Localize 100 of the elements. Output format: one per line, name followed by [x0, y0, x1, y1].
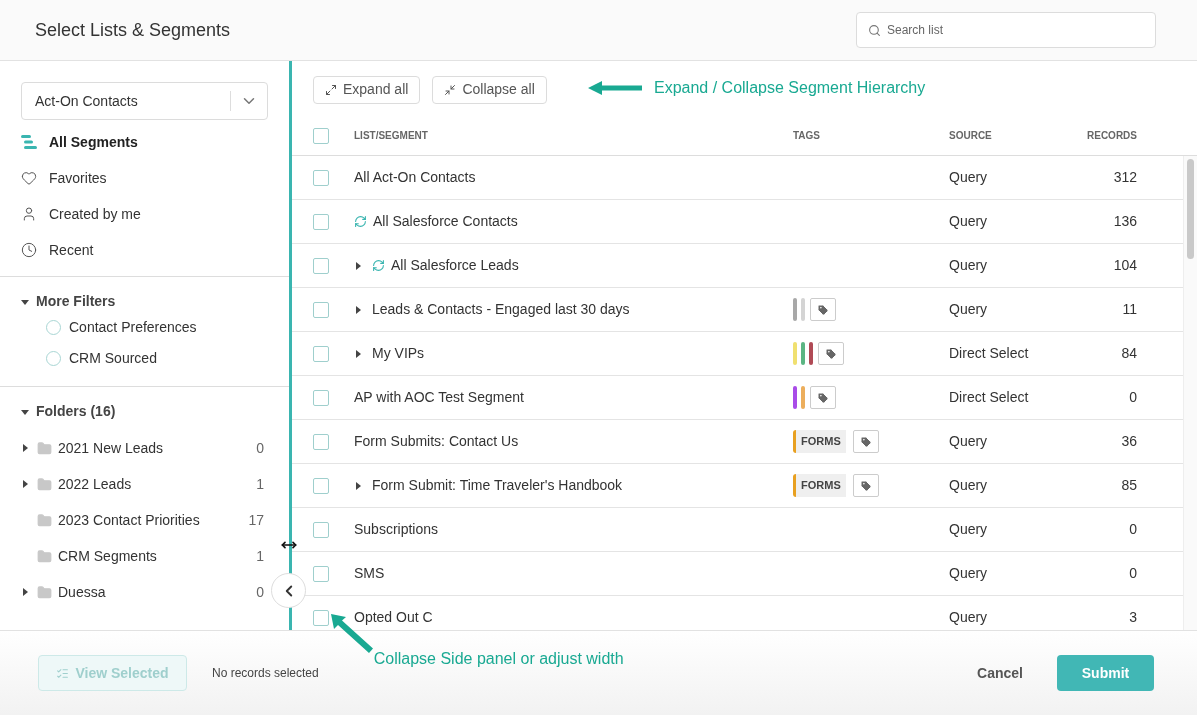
nav-item[interactable]: Favorites [21, 160, 268, 196]
folder-icon [37, 548, 52, 564]
nav-item[interactable]: Recent [21, 232, 268, 268]
checkbox[interactable] [313, 127, 329, 144]
segment-name[interactable]: Form Submits: Contact Us [354, 431, 519, 452]
source-cell-text: Query [949, 432, 989, 451]
checkbox[interactable] [313, 213, 329, 230]
segment-name[interactable]: AP with AOC Test Segment [354, 387, 524, 408]
segment-name[interactable]: Opted Out C [354, 607, 433, 628]
list-check-icon [56, 666, 70, 680]
caret-icon[interactable] [354, 481, 362, 490]
records-cell-text: 136 [1112, 212, 1137, 231]
caret-icon[interactable] [21, 444, 29, 452]
table-row[interactable]: All Act-On Contacts Query 312 [292, 156, 1183, 200]
section-toggle[interactable]: More Filters [21, 291, 268, 312]
caret-icon[interactable] [21, 407, 29, 416]
toolbar-button[interactable]: Collapse all [432, 75, 547, 104]
source-cell-text: Direct Select [949, 344, 1030, 363]
folder-name: 2022 Leads [58, 474, 133, 494]
source-cell-text: Query [949, 168, 989, 187]
table-row[interactable]: My VIPs Direct Select 84 [292, 332, 1183, 376]
folder-name: CRM Segments [58, 546, 158, 566]
folder-icon [37, 476, 52, 492]
segment-name[interactable]: Leads & Contacts - Engaged last 30 days [372, 299, 630, 320]
column-header: TAGS [793, 129, 822, 143]
caret-icon[interactable] [21, 297, 29, 306]
tag-button[interactable] [810, 298, 836, 321]
source-cell-text: Query [949, 564, 989, 583]
segment-name[interactable]: All Act-On Contacts [354, 167, 476, 188]
caret-icon[interactable] [354, 349, 362, 358]
collapse-panel-button[interactable] [271, 573, 306, 608]
radio-button[interactable] [46, 320, 61, 335]
folder-count: 1 [255, 474, 264, 494]
source-select[interactable]: Act-On Contacts [21, 82, 268, 120]
caret-icon[interactable] [354, 261, 362, 270]
checkbox[interactable] [313, 477, 329, 494]
records-cell-text: 36 [1120, 432, 1137, 451]
section-toggle[interactable]: Folders (16) [21, 401, 268, 422]
checkbox[interactable] [313, 301, 329, 318]
checkbox[interactable] [313, 169, 329, 186]
segment-name[interactable]: My VIPs [372, 343, 425, 364]
tag-button[interactable] [810, 386, 836, 409]
column-header: RECORDS [1086, 129, 1137, 143]
search-field[interactable]: Search list [856, 12, 1156, 48]
folder-item[interactable]: 2021 New Leads 0 [21, 430, 268, 466]
sync-icon [372, 259, 385, 272]
checkbox[interactable] [313, 609, 329, 626]
expand-icon [325, 83, 337, 96]
nav-item[interactable]: Created by me [21, 196, 268, 232]
heart-icon [21, 170, 37, 186]
cancel-button[interactable]: Cancel [959, 655, 1041, 691]
caret-icon[interactable] [354, 305, 362, 314]
folder-icon [37, 512, 52, 528]
toolbar-button[interactable]: Expand all [313, 75, 421, 104]
records-cell-text: 11 [1121, 300, 1137, 319]
table-row[interactable]: Leads & Contacts - Engaged last 30 days Query 11 [292, 288, 1183, 332]
checkbox[interactable] [313, 257, 329, 274]
records-cell-text: 0 [1128, 388, 1137, 407]
radio-button[interactable] [46, 351, 61, 366]
checkbox[interactable] [313, 521, 329, 538]
checkbox[interactable] [313, 433, 329, 450]
table-row[interactable]: All Salesforce Leads Query 104 [292, 244, 1183, 288]
tag-button[interactable] [852, 474, 879, 497]
segment-name[interactable]: Subscriptions [354, 519, 439, 540]
caret-icon[interactable] [21, 588, 29, 596]
folder-name: 2021 New Leads [58, 438, 165, 458]
segment-name[interactable]: Form Submit: Time Traveler's Handbook [372, 475, 623, 496]
folder-item[interactable]: 2022 Leads 1 [21, 466, 268, 502]
folder-item[interactable]: Duessa 0 [21, 574, 268, 610]
table-row[interactable]: AP with AOC Test Segment Direct Select 0 [292, 376, 1183, 420]
dialog-title: Select Lists & Segments [35, 18, 231, 42]
tag-label: FORMS [796, 474, 846, 497]
checkbox[interactable] [313, 565, 329, 582]
folder-name: 2023 Contact Priorities [58, 510, 201, 530]
table-row[interactable]: Form Submits: Contact Us FORMS Query 36 [292, 420, 1183, 464]
table-row[interactable]: Subscriptions Query 0 [292, 508, 1183, 552]
source-cell-text: Query [949, 608, 989, 627]
records-cell-text: 85 [1120, 476, 1137, 495]
table-row[interactable]: All Salesforce Contacts Query 136 [292, 200, 1183, 244]
source-cell-text: Direct Select [949, 388, 1030, 407]
search-icon [868, 24, 881, 37]
tag-button[interactable] [818, 342, 844, 365]
caret-icon[interactable] [21, 480, 29, 488]
nav-item[interactable]: All Segments [21, 124, 268, 160]
table-row[interactable]: Form Submit: Time Traveler's Handbook FORMS Query 85 [292, 464, 1183, 508]
segment-name[interactable]: All Salesforce Contacts [373, 211, 518, 232]
folder-item[interactable]: CRM Segments 1 [21, 538, 268, 574]
folder-icon [37, 440, 52, 456]
checkbox[interactable] [313, 345, 329, 362]
scrollbar-thumb[interactable] [1187, 159, 1194, 259]
sync-icon [354, 215, 367, 228]
records-cell-text: 104 [1112, 256, 1137, 275]
segment-name[interactable]: SMS [354, 563, 385, 584]
source-cell-text: Query [949, 256, 989, 275]
segment-name[interactable]: All Salesforce Leads [391, 255, 519, 276]
folder-item[interactable]: 2023 Contact Priorities 17 [21, 502, 268, 538]
filter-label: Contact Preferences [69, 318, 197, 337]
checkbox[interactable] [313, 389, 329, 406]
tag-button[interactable] [852, 430, 879, 453]
tag-icon [859, 479, 872, 492]
